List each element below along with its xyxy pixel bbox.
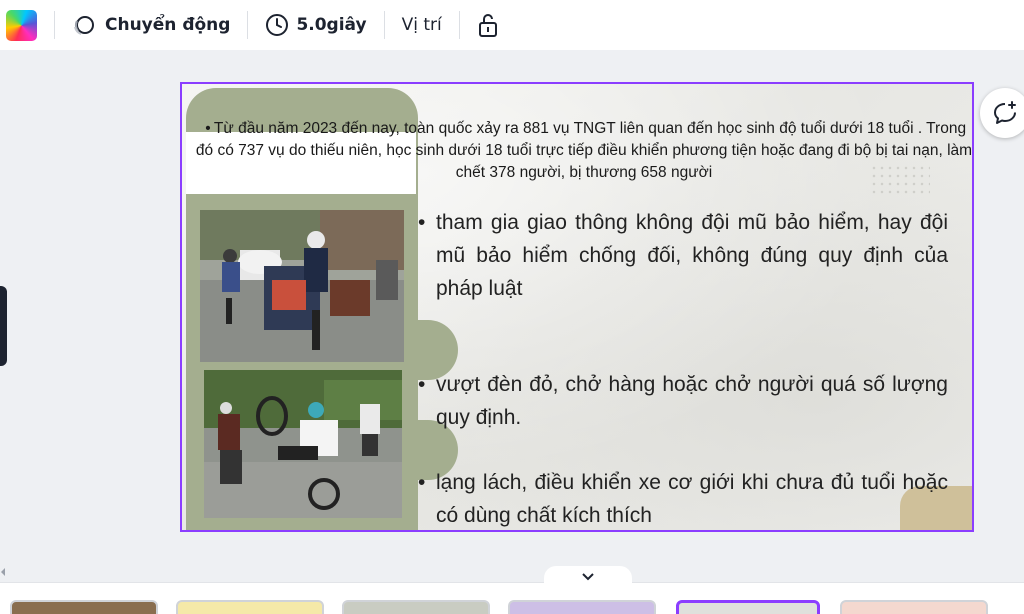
chevron-down-icon (582, 573, 594, 581)
selected-slide[interactable]: • Từ đầu năm 2023 đến nay, toàn quốc xảy … (180, 82, 974, 532)
bullet-dot: • (205, 120, 211, 137)
toolbar-divider (458, 11, 460, 39)
toolbar-divider (247, 11, 249, 39)
page-thumbnail[interactable] (840, 600, 988, 614)
color-picker-icon[interactable] (6, 9, 37, 41)
left-panel-handle[interactable] (0, 286, 7, 366)
page-thumbnail[interactable] (10, 600, 158, 614)
page-thumbnail[interactable] (508, 600, 656, 614)
page-thumbnail[interactable] (342, 600, 490, 614)
page-thumbnail[interactable] (176, 600, 324, 614)
animate-icon (74, 16, 94, 35)
traffic-photo-image (200, 210, 404, 362)
bullet-red-light[interactable]: vượt đèn đỏ, chở hàng hoặc chở người quá… (418, 368, 948, 434)
collapse-pages-button[interactable] (544, 566, 632, 588)
toolbar-divider (54, 11, 55, 39)
traffic-photo[interactable] (200, 210, 404, 362)
scroll-left-icon[interactable] (0, 567, 6, 577)
position-button[interactable]: Vị trí (402, 15, 442, 35)
bullet-item: vượt đèn đỏ, chở hàng hoặc chở người quá… (418, 368, 948, 434)
bullet-reckless[interactable]: lạng lách, điều khiển xe cơ giới khi chư… (418, 466, 948, 530)
duration-label: 5.0giây (296, 15, 367, 35)
top-bullet-content: Từ đầu năm 2023 đến nay, toàn quốc xảy r… (195, 120, 973, 181)
page-thumbnail-selected[interactable] (676, 600, 820, 614)
motorbike-stunt-photo-image (204, 370, 402, 518)
bullet-helmet[interactable]: tham gia giao thông không đội mũ bảo hiể… (418, 206, 948, 305)
position-label: Vị trí (401, 15, 442, 35)
animate-button[interactable]: Chuyển động (72, 12, 230, 38)
lock-button[interactable] (477, 12, 499, 38)
top-toolbar: Chuyển động 5.0giây Vị trí (0, 0, 1024, 50)
motorbike-stunt-photo[interactable] (204, 370, 402, 518)
add-comment-button[interactable] (980, 88, 1024, 138)
top-bullet-text[interactable]: • Từ đầu năm 2023 đến nay, toàn quốc xảy … (194, 118, 973, 184)
clock-icon (266, 14, 289, 36)
animate-label: Chuyển động (105, 15, 231, 35)
toolbar-divider (383, 11, 385, 39)
duration-button[interactable]: 5.0giây (265, 13, 367, 37)
comment-plus-icon (994, 101, 1016, 124)
bullet-item: lạng lách, điều khiển xe cơ giới khi chư… (418, 466, 948, 530)
lock-open-icon (478, 14, 497, 37)
bullet-item: tham gia giao thông không đội mũ bảo hiể… (418, 206, 948, 305)
